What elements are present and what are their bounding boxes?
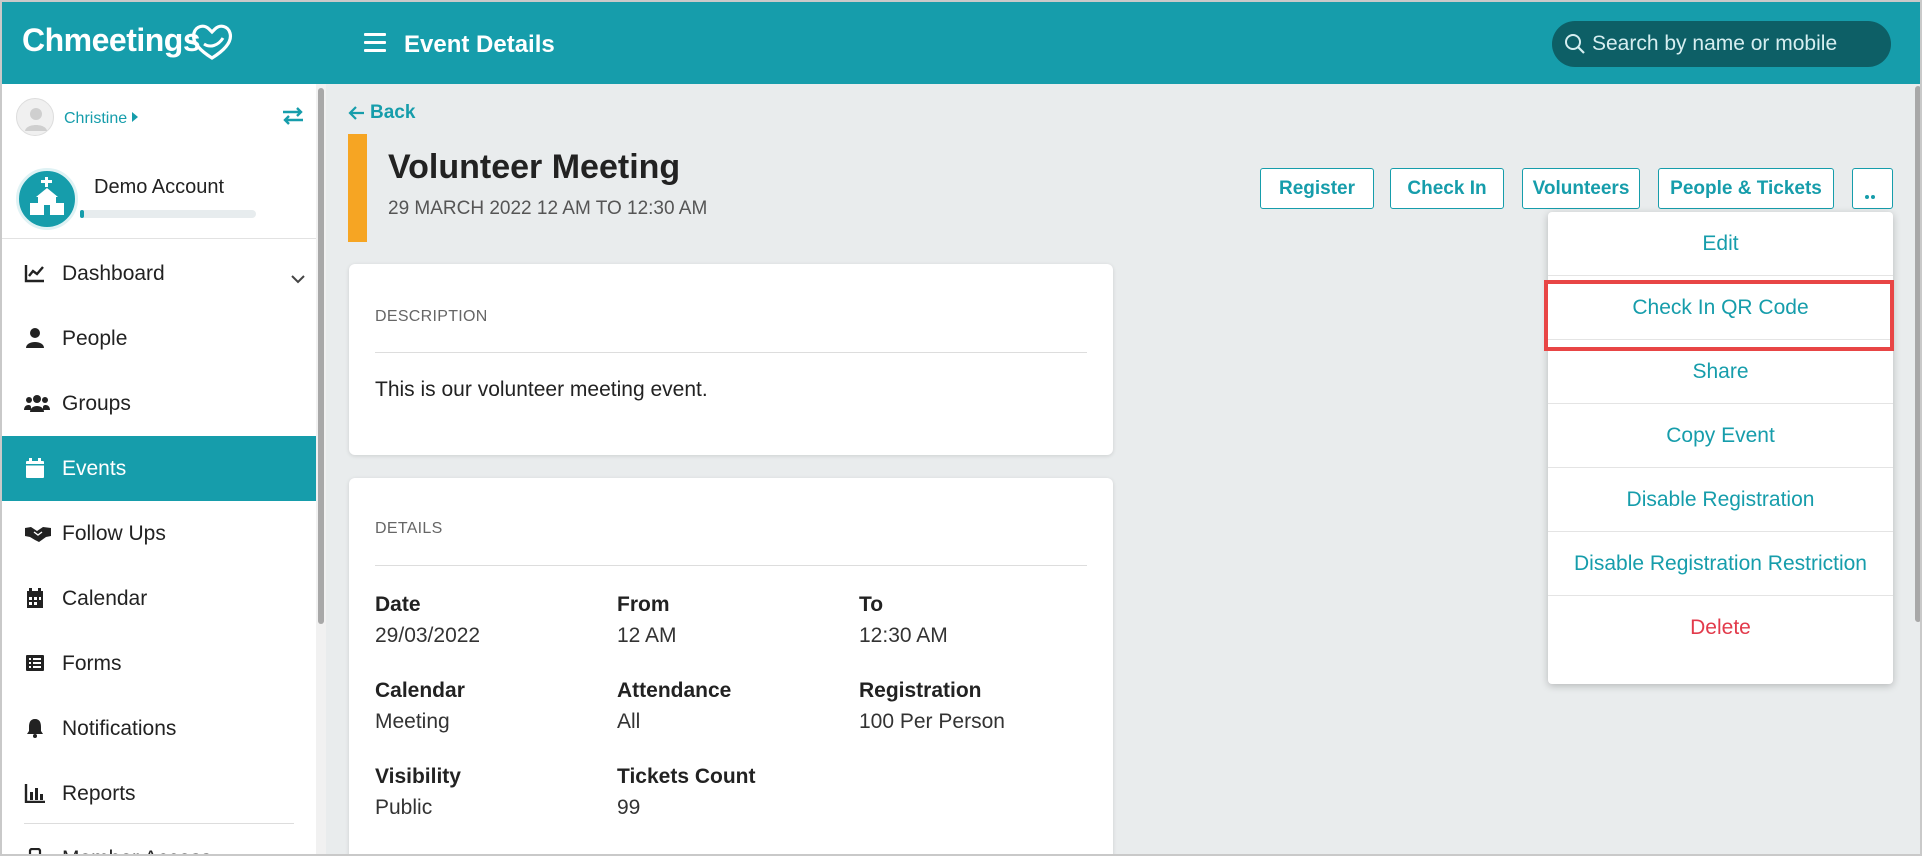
sidebar-item-label: Events xyxy=(62,457,127,480)
attendance-value: All xyxy=(617,710,641,733)
description-text: This is our volunteer meeting event. xyxy=(375,378,708,401)
users-icon xyxy=(24,395,50,412)
bar-chart-icon xyxy=(24,784,45,803)
search-placeholder: Search by name or mobile xyxy=(1592,32,1838,55)
volunteers-button[interactable]: Volunteers xyxy=(1522,168,1640,209)
menu-item-edit[interactable]: Edit xyxy=(1548,212,1893,276)
sidebar-item-people[interactable]: People xyxy=(2,306,316,371)
menu-item-copy-event[interactable]: Copy Event xyxy=(1548,404,1893,468)
account-name: Demo Account xyxy=(94,176,225,198)
menu-item-disable-registration-restriction[interactable]: Disable Registration Restriction xyxy=(1548,532,1893,596)
account-progress-bar xyxy=(80,210,256,218)
sidebar-item-label: Reports xyxy=(62,782,136,805)
sidebar-item-label: Follow Ups xyxy=(62,522,166,545)
sidebar-item-label: Forms xyxy=(62,652,122,675)
user-switcher[interactable]: Christine xyxy=(16,98,306,136)
more-dots-icon xyxy=(1865,186,1881,217)
sidebar-item-follow-ups[interactable]: Follow Ups xyxy=(2,501,316,566)
bell-icon xyxy=(27,719,43,738)
attendance-label: Attendance xyxy=(617,679,732,702)
calendar-value: Meeting xyxy=(375,710,450,733)
user-name[interactable]: Christine xyxy=(64,110,127,128)
arrow-left-icon[interactable] xyxy=(348,104,366,122)
menu-item-disable-registration[interactable]: Disable Registration xyxy=(1548,468,1893,532)
calendar-label: Calendar xyxy=(375,679,465,702)
top-bar: Chmeetings Event Details Search by name … xyxy=(2,2,1920,84)
person-icon xyxy=(26,328,44,348)
description-card: DESCRIPTION This is our volunteer meetin… xyxy=(349,264,1113,455)
event-date-range: 29 MARCH 2022 12 AM TO 12:30 AM xyxy=(388,198,708,219)
heart-logo-icon xyxy=(191,24,233,60)
list-icon xyxy=(26,655,44,671)
details-heading: DETAILS xyxy=(375,520,443,537)
event-color-bar xyxy=(348,134,367,242)
people-tickets-button[interactable]: People & Tickets xyxy=(1658,168,1834,209)
sidebar-item-label: People xyxy=(62,327,128,350)
back-link[interactable]: Back xyxy=(370,102,415,124)
sidebar-item-events[interactable]: Events xyxy=(2,436,316,501)
sidebar-item-label: Groups xyxy=(62,392,131,415)
sidebar-item-member-access[interactable]: Member Access xyxy=(2,826,316,854)
to-value: 12:30 AM xyxy=(859,624,948,647)
account-selector[interactable]: Demo Account xyxy=(16,168,312,232)
sidebar-item-groups[interactable]: Groups xyxy=(2,371,316,436)
user-avatar-icon xyxy=(25,108,47,131)
divider xyxy=(24,823,294,824)
app-logo[interactable]: Chmeetings xyxy=(22,22,201,59)
caret-right-icon xyxy=(132,112,138,122)
check-in-button[interactable]: Check In xyxy=(1390,168,1504,209)
app-window: Chmeetings Event Details Search by name … xyxy=(0,0,1922,856)
from-value: 12 AM xyxy=(617,624,677,647)
divider xyxy=(2,238,316,239)
sidebar-item-label: Member Access xyxy=(62,847,211,854)
tickets-count-value: 99 xyxy=(617,796,641,819)
registration-value: 100 Per Person xyxy=(859,710,1005,733)
sidebar-item-dashboard[interactable]: Dashboard xyxy=(2,241,316,306)
sidebar-scrollbar-thumb[interactable] xyxy=(318,88,324,624)
sidebar-item-calendar[interactable]: Calendar xyxy=(2,566,316,631)
divider xyxy=(375,352,1087,353)
date-label: Date xyxy=(375,593,421,616)
highlight-box xyxy=(1544,280,1894,351)
main-scrollbar-thumb[interactable] xyxy=(1915,86,1920,622)
register-button[interactable]: Register xyxy=(1260,168,1374,209)
sidebar-item-notifications[interactable]: Notifications xyxy=(2,696,316,761)
visibility-label: Visibility xyxy=(375,765,461,788)
page-title: Event Details xyxy=(404,31,555,58)
sidebar-item-label: Dashboard xyxy=(62,262,165,285)
handshake-icon xyxy=(25,527,51,542)
registration-label: Registration xyxy=(859,679,982,702)
avatar xyxy=(16,98,54,136)
calendar-grid-icon xyxy=(27,588,43,608)
account-progress-fill xyxy=(80,210,84,218)
sidebar-item-forms[interactable]: Forms xyxy=(2,631,316,696)
visibility-value: Public xyxy=(375,796,433,819)
switch-account-icon[interactable] xyxy=(280,104,306,128)
sidebar-item-label: Calendar xyxy=(62,587,148,610)
church-logo-icon xyxy=(16,168,78,230)
search-input[interactable]: Search by name or mobile xyxy=(1552,21,1891,67)
sidebar-item-label: Notifications xyxy=(62,717,177,740)
chart-line-icon xyxy=(24,265,44,283)
mobile-icon xyxy=(28,848,42,854)
divider xyxy=(375,565,1087,566)
calendar-icon xyxy=(26,458,44,478)
menu-item-delete[interactable]: Delete xyxy=(1548,596,1893,660)
from-label: From xyxy=(617,593,670,616)
tickets-count-label: Tickets Count xyxy=(617,765,756,788)
description-heading: DESCRIPTION xyxy=(375,308,488,325)
to-label: To xyxy=(859,593,884,616)
search-icon xyxy=(1565,34,1585,54)
sidebar: Christine Demo Account Dashboard People … xyxy=(2,84,326,854)
menu-toggle-icon[interactable] xyxy=(364,33,386,53)
more-options-button[interactable] xyxy=(1852,168,1893,217)
event-title: Volunteer Meeting xyxy=(388,148,681,186)
date-value: 29/03/2022 xyxy=(375,624,481,647)
sidebar-item-reports[interactable]: Reports xyxy=(2,761,316,826)
details-card: DETAILS Date 29/03/2022 From 12 AM To 12… xyxy=(349,478,1113,854)
